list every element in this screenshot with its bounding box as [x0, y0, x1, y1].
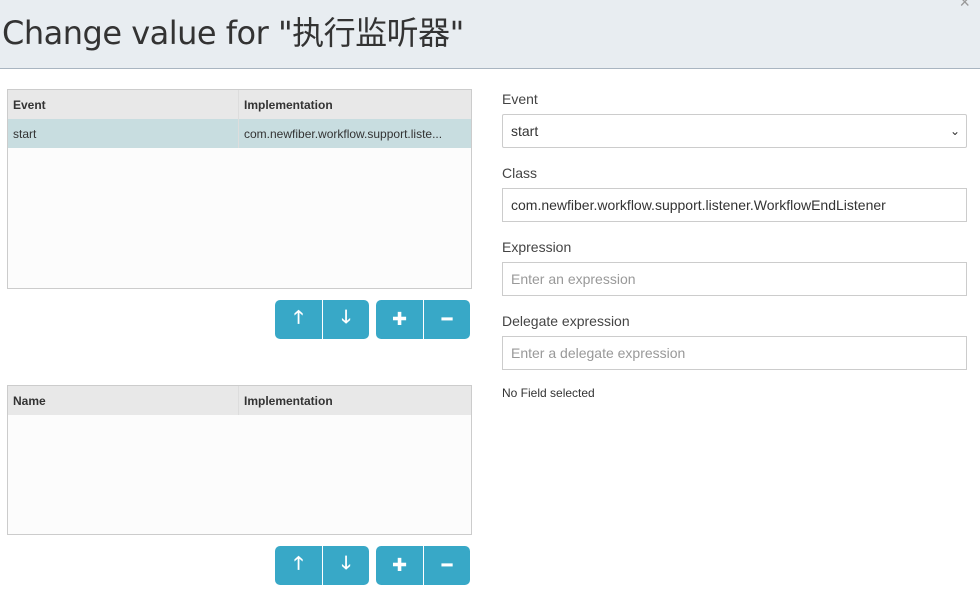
event-select[interactable]: start ⌄: [502, 114, 967, 148]
class-input[interactable]: com.newfiber.workflow.support.listener.W…: [502, 188, 967, 222]
column-header-implementation[interactable]: Implementation: [239, 90, 471, 119]
column-header-implementation[interactable]: Implementation: [239, 386, 471, 415]
cell-implementation: com.newfiber.workflow.support.liste...: [244, 126, 443, 141]
add-button[interactable]: ✚: [376, 300, 423, 339]
listener-buttons: 🡑 🡓 ✚ ━: [275, 300, 470, 339]
dialog-title: Change value for "执行监听器": [2, 14, 464, 52]
table-header: Name Implementation: [8, 386, 471, 415]
no-field-selected-text: No Field selected: [502, 386, 595, 400]
minus-icon: ━: [441, 309, 453, 329]
move-up-button[interactable]: 🡑: [275, 300, 322, 339]
listeners-table: Event Implementation start com.newfiber.…: [7, 89, 472, 289]
move-down-button[interactable]: 🡓: [322, 300, 369, 339]
arrow-down-icon: 🡓: [341, 306, 351, 327]
field-move-down-button[interactable]: 🡓: [322, 546, 369, 585]
delegate-placeholder: Enter a delegate expression: [511, 345, 686, 361]
column-header-name[interactable]: Name: [8, 386, 239, 415]
delegate-expression-input[interactable]: Enter a delegate expression: [502, 336, 967, 370]
field-remove-button[interactable]: ━: [423, 546, 470, 585]
arrow-up-icon: 🡑: [293, 306, 304, 327]
minus-icon: ━: [441, 555, 453, 575]
field-add-button[interactable]: ✚: [376, 546, 423, 585]
plus-icon: ✚: [391, 555, 408, 575]
expression-placeholder: Enter an expression: [511, 271, 636, 287]
table-row[interactable]: start com.newfiber.workflow.support.list…: [8, 119, 471, 148]
remove-button[interactable]: ━: [423, 300, 470, 339]
arrow-up-icon: 🡑: [293, 552, 304, 573]
plus-icon: ✚: [391, 309, 408, 329]
class-input-value: com.newfiber.workflow.support.listener.W…: [511, 197, 886, 213]
cell-event: start: [8, 119, 239, 148]
close-icon[interactable]: ×: [959, 0, 970, 13]
table-header: Event Implementation: [8, 90, 471, 119]
fields-table: Name Implementation: [7, 385, 472, 535]
field-move-up-button[interactable]: 🡑: [275, 546, 322, 585]
dialog-header: Change value for "执行监听器" ×: [0, 0, 980, 69]
column-header-event[interactable]: Event: [8, 90, 239, 119]
chevron-down-icon: ⌄: [949, 124, 960, 138]
class-label: Class: [502, 165, 538, 181]
delegate-expression-label: Delegate expression: [502, 313, 630, 329]
arrow-down-icon: 🡓: [341, 552, 351, 573]
event-select-value: start: [511, 123, 539, 139]
expression-label: Expression: [502, 239, 572, 255]
field-buttons: 🡑 🡓 ✚ ━: [275, 546, 470, 585]
expression-input[interactable]: Enter an expression: [502, 262, 967, 296]
event-label: Event: [502, 91, 538, 107]
